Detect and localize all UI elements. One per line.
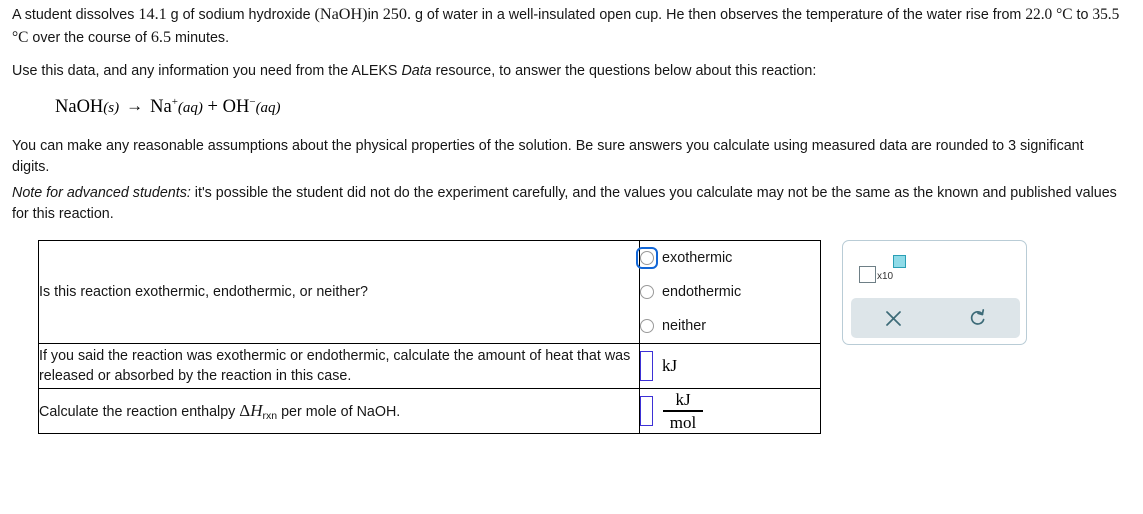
enthalpy-subscript: rxn: [262, 409, 278, 422]
radio-button-icon: [640, 319, 654, 333]
naoh-mass-value: 14.1: [138, 5, 167, 23]
time-value: 6.5: [150, 28, 172, 47]
intro-text-d: g of water in a well-insulated open cup.…: [411, 7, 1026, 23]
radio-label-endothermic: endothermic: [662, 284, 742, 300]
radio-button-icon: [640, 251, 654, 265]
reaction-arrow-icon: →: [126, 96, 144, 116]
radio-option-exothermic[interactable]: exothermic: [636, 241, 820, 275]
advanced-note-label: Note for advanced students:: [12, 185, 191, 201]
table-row: Calculate the reaction enthalpy ΔHrxn pe…: [38, 388, 821, 434]
fraction-denominator: mol: [669, 412, 697, 432]
radio-focus-ring: [636, 247, 658, 269]
answer-tool-panel: x10: [842, 240, 1027, 345]
reset-button[interactable]: [958, 301, 998, 335]
intro-text-a: A student dissolves: [12, 7, 139, 23]
intro-text-b: g of sodium hydroxide: [166, 7, 315, 23]
scientific-notation-button[interactable]: x10: [859, 255, 907, 283]
intro-text-c: in: [367, 7, 383, 23]
radio-label-exothermic: exothermic: [662, 250, 733, 266]
assumptions-note: You can make any reasonable assumptions …: [12, 138, 1084, 175]
intro-text-f: over the course of: [28, 30, 151, 47]
clear-button[interactable]: [873, 301, 913, 335]
water-mass-value: 250.: [382, 5, 412, 23]
initial-temperature: 22.0 °C: [1025, 6, 1073, 23]
answer-table: Is this reaction exothermic, endothermic…: [38, 240, 821, 434]
enthalpy-unit-fraction: kJ mol: [663, 390, 703, 432]
answer-cell-radio-group: exothermic endothermic neither: [636, 240, 821, 344]
heat-answer-row: kJ: [640, 344, 820, 388]
fraction-numerator: kJ: [675, 389, 691, 409]
enthalpy-answer-row: kJ mol: [640, 389, 820, 433]
equation-product1: Na: [150, 97, 172, 118]
problem-page: A student dissolves 14.1 g of sodium hyd…: [0, 0, 1143, 514]
table-row: If you said the reaction was exothermic …: [38, 343, 821, 389]
radio-button-icon: [640, 285, 654, 299]
answer-cell-heat: kJ: [639, 343, 821, 389]
aleks-data-resource-name: Data: [401, 63, 432, 79]
equation-plus: +: [207, 97, 218, 118]
close-icon: [885, 310, 901, 326]
radio-option-neither[interactable]: neither: [640, 309, 820, 343]
instruction-text-b: resource, to answer the questions below …: [431, 63, 817, 79]
equation-product1-state: (aq): [177, 100, 203, 117]
heat-unit-label: kJ: [662, 356, 678, 375]
table-row: Is this reaction exothermic, endothermic…: [38, 240, 821, 344]
reset-icon: [970, 309, 985, 325]
intro-text-e: to: [1072, 7, 1093, 23]
radio-option-endothermic[interactable]: endothermic: [640, 275, 820, 309]
delta-h-symbol: ΔH: [239, 400, 263, 420]
sci-notation-x10-label: x10: [877, 271, 894, 282]
problem-statement-intro: A student dissolves 14.1 g of sodium hyd…: [12, 3, 1137, 50]
chemical-equation: NaOH(s) → Na+(aq) + OH−(aq): [55, 96, 281, 118]
enthalpy-question-text-a: Calculate the reaction enthalpy: [39, 403, 240, 420]
tool-action-bar: [851, 298, 1020, 338]
sci-notation-base-box-icon: [859, 266, 876, 283]
question-cell-heat: If you said the reaction was exothermic …: [38, 343, 640, 389]
naoh-formula: (NaOH): [314, 5, 368, 23]
sci-notation-exponent-box-icon: [893, 255, 907, 268]
equation-product2-state: (aq): [255, 100, 281, 117]
enthalpy-value-input[interactable]: [640, 396, 653, 426]
equation-reactant: NaOH: [55, 97, 104, 118]
equation-product2: OH: [222, 97, 250, 118]
equation-reactant-state: (s): [103, 100, 120, 117]
advanced-students-note: Note for advanced students: it's possibl…: [12, 183, 1127, 224]
answer-cell-enthalpy: kJ mol: [639, 388, 821, 434]
intro-text-g: minutes.: [171, 30, 230, 47]
question-cell-exothermic: Is this reaction exothermic, endothermic…: [38, 240, 640, 344]
enthalpy-question-text-b: per mole of NaOH.: [277, 403, 401, 420]
question-cell-enthalpy: Calculate the reaction enthalpy ΔHrxn pe…: [38, 388, 640, 434]
instruction-text-a: Use this data, and any information you n…: [12, 63, 402, 79]
data-resource-instruction: Use this data, and any information you n…: [12, 61, 1132, 82]
heat-value-input[interactable]: [640, 351, 653, 381]
radio-label-neither: neither: [662, 318, 707, 334]
